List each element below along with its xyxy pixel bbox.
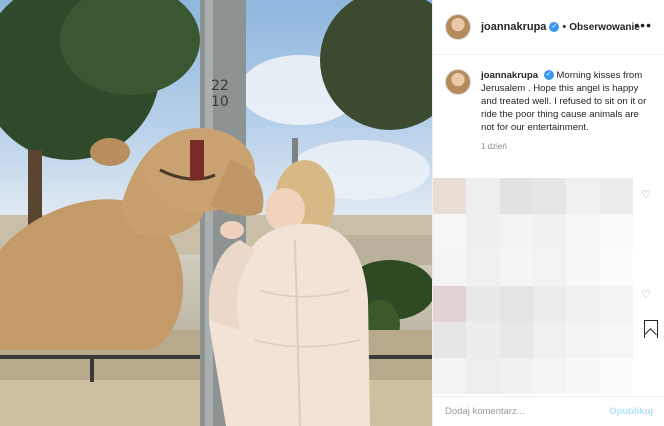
obscured-comment-row xyxy=(433,358,633,394)
obscured-comment-row xyxy=(433,250,633,286)
publish-button[interactable]: Opublikuj xyxy=(609,406,653,417)
obscured-comment-row xyxy=(433,178,633,214)
photo-illustration xyxy=(0,0,432,426)
following-button[interactable]: Obserwowanie xyxy=(569,22,640,33)
obscured-comment-row xyxy=(433,286,633,322)
verified-badge-icon: ✓ xyxy=(549,22,560,32)
obscured-comments: ♡ ♡ xyxy=(433,178,664,398)
more-options-icon[interactable]: ••• xyxy=(634,17,652,33)
avatar[interactable] xyxy=(445,14,471,40)
obscured-comment-row xyxy=(433,214,633,250)
comment-bar: Opublikuj xyxy=(433,396,664,426)
post-side-panel: joannakrupa ✓ • Obserwowanie ••• joannak… xyxy=(432,0,664,426)
bookmark-icon[interactable] xyxy=(644,320,658,338)
username-link[interactable]: joannakrupa xyxy=(481,21,546,33)
comment-input[interactable] xyxy=(445,406,610,417)
like-comment-heart-icon[interactable]: ♡ xyxy=(641,188,651,201)
obscured-comment-row xyxy=(433,322,633,358)
post-timestamp[interactable]: 1 dzień xyxy=(481,142,664,151)
caption-verified-badge-icon: ✓ xyxy=(543,70,554,81)
pole-number: 22 10 xyxy=(211,78,229,110)
separator-dot: • xyxy=(562,21,567,33)
caption: joannakrupa ✓ Morning kisses from Jerusa… xyxy=(433,55,664,134)
caption-username-link[interactable]: joannakrupa xyxy=(481,70,538,81)
caption-body: joannakrupa ✓ Morning kisses from Jerusa… xyxy=(481,69,651,134)
caption-avatar[interactable] xyxy=(445,69,471,95)
post-header: joannakrupa ✓ • Obserwowanie ••• xyxy=(433,0,664,55)
post-photo[interactable]: 22 10 xyxy=(0,0,432,426)
like-comment-heart-icon[interactable]: ♡ xyxy=(641,288,651,301)
